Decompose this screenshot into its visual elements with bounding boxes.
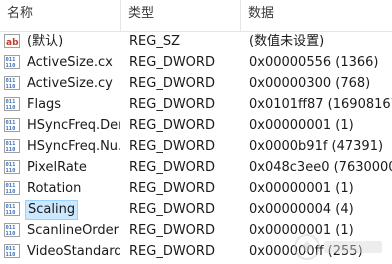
- value-type: REG_DWORD: [129, 97, 215, 112]
- value-name-cell[interactable]: 011 110 VideoStandard: [4, 241, 120, 262]
- value-name-cell[interactable]: 011 110 Scaling: [4, 199, 120, 220]
- table-row[interactable]: 011 110 Flags REG_DWORD 0x0101ff87 (16908167…: [0, 94, 392, 115]
- svg-text:110: 110: [6, 63, 16, 69]
- value-type: REG_DWORD: [129, 160, 215, 175]
- table-row[interactable]: 011110 HSyncFreq.Den... REG_DWORD 0x0000000…: [0, 115, 392, 136]
- svg-text:110: 110: [6, 147, 16, 153]
- value-name: HSyncFreq.Den...: [27, 117, 120, 133]
- value-name: Rotation: [27, 180, 82, 196]
- value-name: (默认): [27, 33, 64, 49]
- value-data: 0x00000001 (1): [249, 118, 354, 133]
- value-name: HSyncFreq.Nu...: [27, 138, 120, 154]
- value-data: (数值未设置): [249, 34, 325, 49]
- value-data: 0x048c3ee0 (76300000): [249, 160, 392, 175]
- value-name-cell[interactable]: 011 110 PixelRate: [4, 157, 120, 178]
- column-header-type[interactable]: 类型: [120, 0, 240, 31]
- value-type: REG_DWORD: [129, 223, 215, 238]
- svg-text:110: 110: [6, 126, 16, 132]
- table-row[interactable]: 011 110 ActiveSize.cx REG_DWORD 0x00000556 (…: [0, 52, 392, 73]
- value-name-cell[interactable]: 011 110 ActiveSize.cy: [4, 73, 120, 94]
- binary-value-icon: 011110: [4, 159, 20, 174]
- value-name-cell[interactable]: 011110 HSyncFreq.Nu...: [4, 136, 120, 157]
- svg-text:110: 110: [6, 252, 16, 258]
- table-row[interactable]: 011110 HSyncFreq.Nu... REG_DWORD 0x0000b91f…: [0, 136, 392, 157]
- value-name: PixelRate: [27, 159, 87, 175]
- binary-value-icon: 011110: [4, 201, 20, 216]
- value-name: ScanlineOrderi...: [27, 222, 120, 238]
- table-row[interactable]: 011 110 Rotation REG_DWORD 0x00000001 (1): [0, 178, 392, 199]
- value-name-cell[interactable]: 011 110 Flags: [4, 94, 120, 115]
- binary-value-icon: 011110: [4, 117, 20, 132]
- binary-value-icon: 011110: [4, 96, 20, 111]
- value-type: REG_DWORD: [129, 55, 215, 70]
- value-data: 0x00000556 (1366): [249, 55, 379, 70]
- value-data: 0x00000300 (768): [249, 76, 371, 91]
- value-data: 0x0101ff87 (16908167): [249, 97, 392, 112]
- value-name: VideoStandard: [27, 243, 120, 259]
- column-header-name[interactable]: 名称: [0, 0, 120, 31]
- value-data: 0x0000b91f (47391): [249, 139, 384, 154]
- value-data: 0x00000001 (1): [249, 181, 354, 196]
- table-row[interactable]: 011 110 ActiveSize.cy REG_DWORD 0x00000300 (…: [0, 73, 392, 94]
- column-header-bar: 名称 类型 数据: [0, 0, 392, 32]
- value-data: 0x00000004 (4): [249, 202, 354, 217]
- value-name-cell[interactable]: ab (默认): [4, 31, 120, 52]
- svg-text:110: 110: [6, 231, 16, 237]
- binary-value-icon: 011110: [4, 54, 20, 69]
- value-name-cell[interactable]: 011110 ScanlineOrderi...: [4, 220, 120, 241]
- svg-text:110: 110: [6, 189, 16, 195]
- watermark-logo: [294, 234, 382, 260]
- value-type: REG_DWORD: [129, 202, 215, 217]
- value-type: REG_DWORD: [129, 181, 215, 196]
- value-name: ActiveSize.cx: [27, 54, 113, 70]
- value-rows: ab (默认) REG_SZ (数值未设置) 011 110 ActiveSize.cx RE…: [0, 31, 392, 262]
- value-name: Scaling: [25, 199, 79, 220]
- binary-value-icon: 011110: [4, 243, 20, 258]
- svg-text:110: 110: [6, 210, 16, 216]
- value-name-cell[interactable]: 011110 HSyncFreq.Den...: [4, 115, 120, 136]
- binary-value-icon: 011110: [4, 180, 20, 195]
- registry-values-list: 名称 类型 数据 ab (默认) REG_SZ (数值未设置) 011 110 Active…: [0, 0, 392, 264]
- ab-string-icon: ab: [4, 33, 20, 48]
- value-type: REG_DWORD: [129, 118, 215, 133]
- svg-text:110: 110: [6, 168, 16, 174]
- value-name-cell[interactable]: 011 110 ActiveSize.cx: [4, 52, 120, 73]
- table-row[interactable]: 011 110 Scaling REG_DWORD 0x00000004 (4): [0, 199, 392, 220]
- value-type: REG_DWORD: [129, 244, 215, 259]
- table-row[interactable]: 011 110 PixelRate REG_DWORD 0x048c3ee0 (7630…: [0, 157, 392, 178]
- binary-value-icon: 011110: [4, 222, 20, 237]
- svg-text:110: 110: [6, 105, 16, 111]
- value-name-cell[interactable]: 011 110 Rotation: [4, 178, 120, 199]
- value-name: ActiveSize.cy: [27, 75, 113, 91]
- value-name: Flags: [27, 96, 62, 112]
- svg-text:110: 110: [6, 84, 16, 90]
- table-row[interactable]: ab (默认) REG_SZ (数值未设置): [0, 31, 392, 52]
- svg-text:ab: ab: [6, 38, 19, 48]
- value-type: REG_SZ: [129, 34, 180, 49]
- value-type: REG_DWORD: [129, 76, 215, 91]
- value-type: REG_DWORD: [129, 139, 215, 154]
- binary-value-icon: 011110: [4, 138, 20, 153]
- binary-value-icon: 011110: [4, 75, 20, 90]
- column-header-data[interactable]: 数据: [240, 0, 392, 31]
